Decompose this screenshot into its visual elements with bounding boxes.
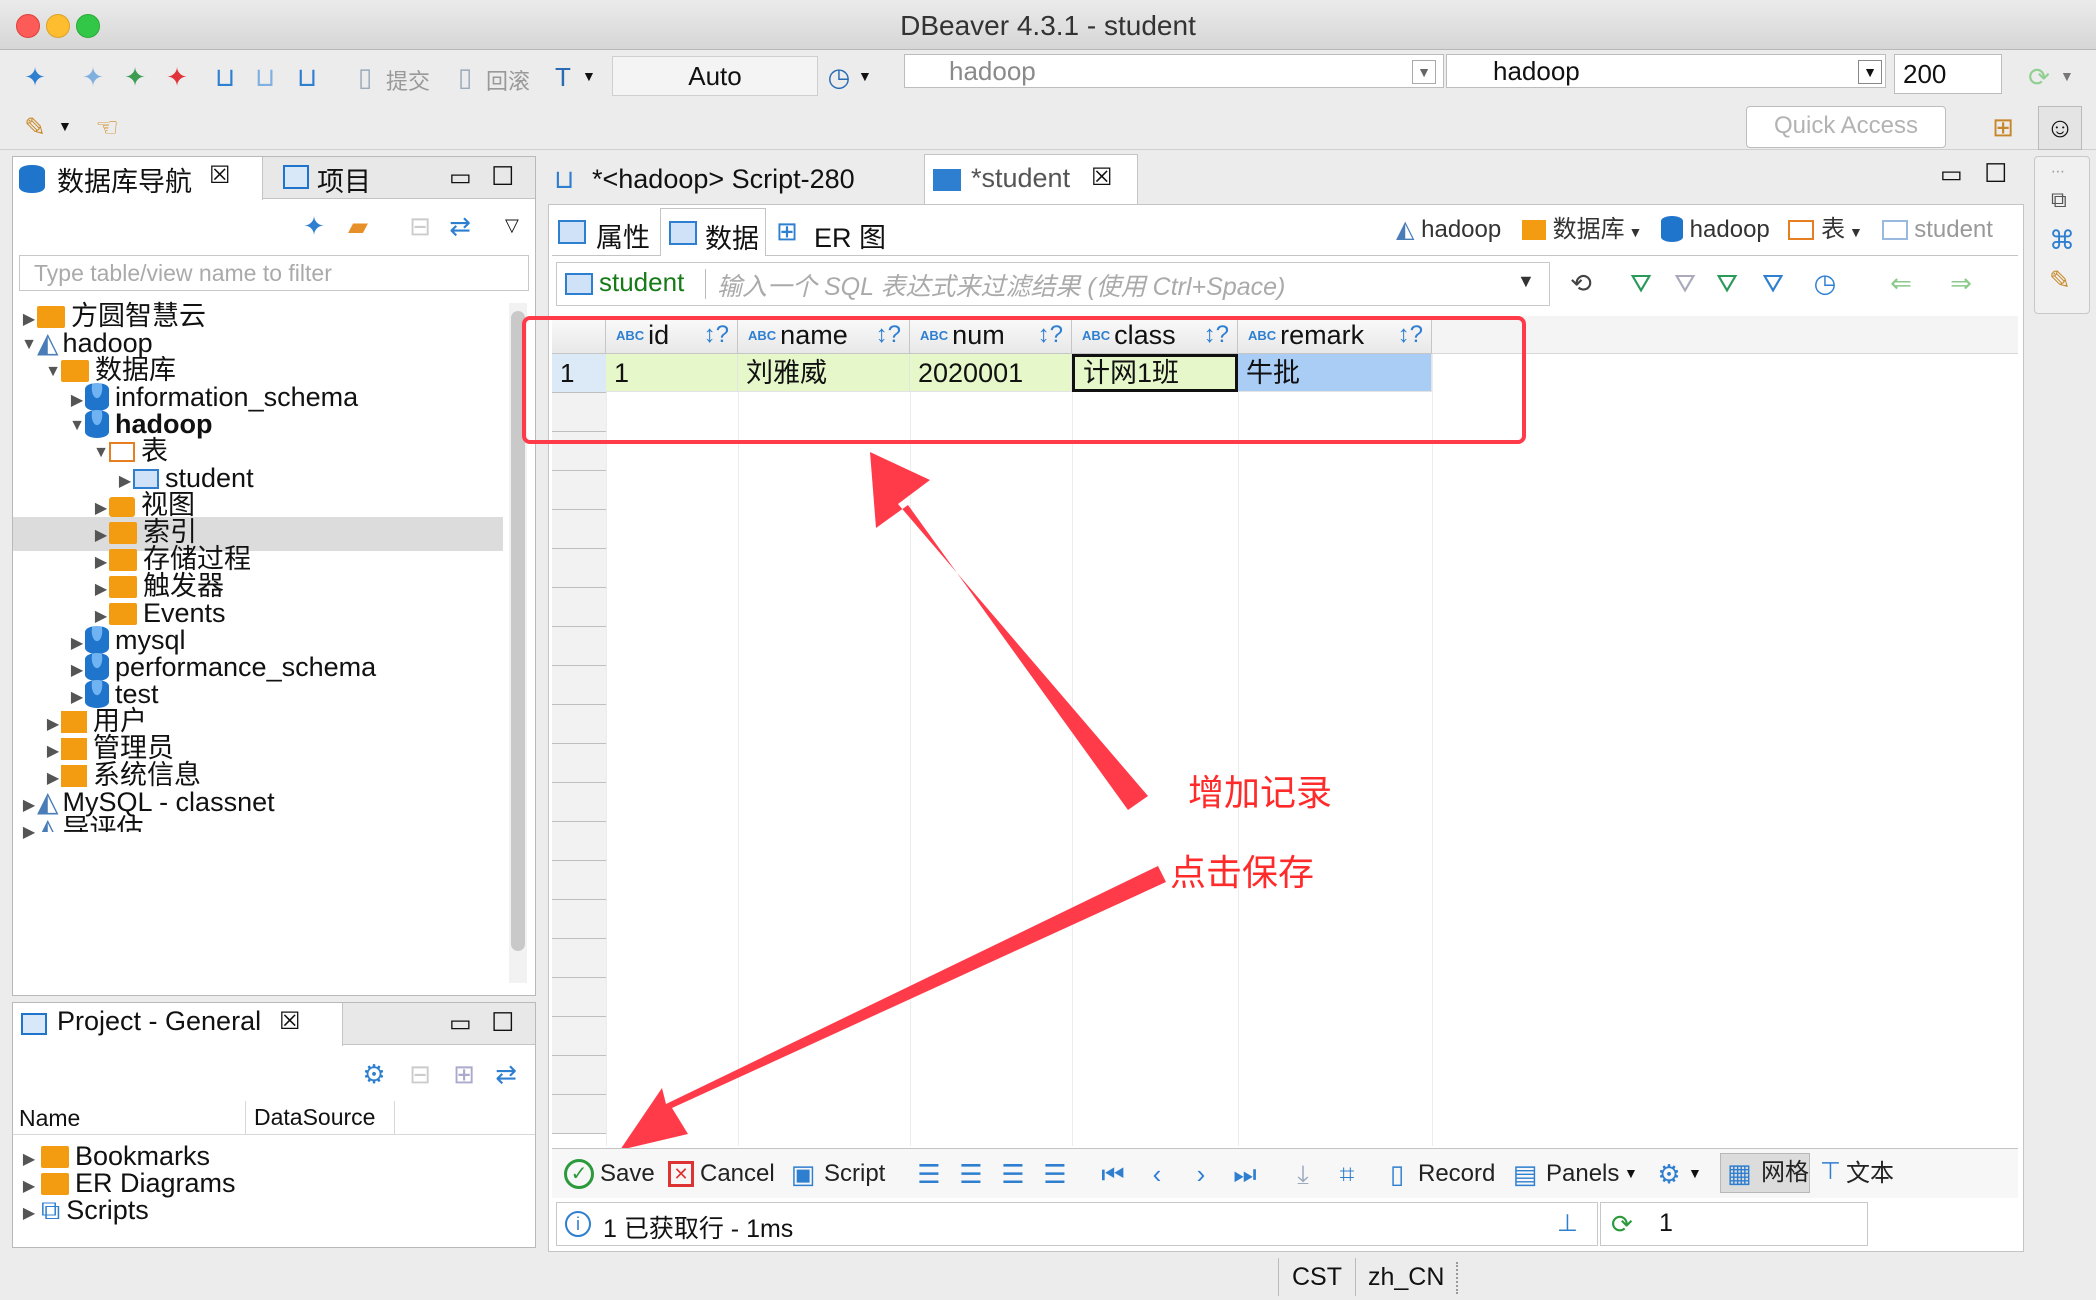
arrow-up-icon <box>870 452 1148 810</box>
row-count-box: ⟳ 1 <box>1600 1202 1868 1246</box>
panel-toggle-icon[interactable]: ⊥ <box>1557 1209 1578 1238</box>
status-separator <box>1456 1262 1458 1294</box>
record-button[interactable]: Record <box>1418 1159 1495 1189</box>
fetch-all-icon[interactable]: ⌗ <box>1332 1159 1362 1189</box>
side-trim: ⋯ ⧉ ⌘ ✎ <box>2034 156 2090 314</box>
fetch-next-icon[interactable]: ⤓ <box>1288 1159 1318 1189</box>
chevron-down-icon[interactable]: ▼ <box>1688 1165 1702 1181</box>
info-icon: i <box>565 1211 591 1237</box>
first-page-icon[interactable]: ⏮ <box>1098 1159 1128 1189</box>
copy-row-icon[interactable]: ☰ <box>998 1159 1028 1189</box>
annotation-add-record: 增加记录 <box>1188 772 1333 813</box>
script-icon: ▣ <box>790 1159 816 1189</box>
grid-icon: ▦ <box>1727 1158 1752 1188</box>
results-toolbar: ✓ Save ✕ Cancel ▣ Script ☰ ☰ ☰ ☰ ⏮ ‹ › ⏭… <box>552 1148 2018 1198</box>
status-message: 1 已获取行 - 1ms <box>603 1215 794 1243</box>
cancel-button[interactable]: Cancel <box>700 1159 775 1189</box>
text-icon: ⊤ <box>1820 1158 1841 1185</box>
restore-icon[interactable]: ⧉ <box>2051 187 2067 213</box>
grid-view-label: 网格 <box>1761 1159 1809 1186</box>
dots-icon: ⋯ <box>2051 163 2065 179</box>
panels-button[interactable]: Panels <box>1546 1159 1619 1189</box>
last-page-icon[interactable]: ⏭ <box>1230 1159 1260 1189</box>
annotation-click-save: 点击保存 <box>1170 852 1315 893</box>
timezone-indicator: CST <box>1278 1258 1356 1296</box>
save-check-icon: ✓ <box>564 1159 594 1189</box>
record-icon: ▯ <box>1389 1159 1405 1189</box>
delete-row-icon[interactable]: ☰ <box>1040 1159 1070 1189</box>
gear-icon[interactable]: ⚙ <box>1654 1159 1684 1189</box>
result-status-bar: i 1 已获取行 - 1ms ⊥ <box>556 1202 1598 1246</box>
arrow-down-left-icon <box>620 866 1166 1150</box>
cancel-icon: ✕ <box>668 1161 694 1187</box>
edit-row-icon[interactable]: ☰ <box>914 1159 944 1189</box>
next-icon[interactable]: › <box>1186 1159 1216 1189</box>
script-button[interactable]: Script <box>824 1159 885 1189</box>
annotation-arrows <box>620 452 1166 1150</box>
panels-icon: ▤ <box>1512 1159 1538 1189</box>
save-button[interactable]: Save <box>600 1159 655 1189</box>
locale-indicator: zh_CN <box>1368 1263 1445 1291</box>
row-count: 1 <box>1659 1209 1673 1237</box>
add-row-icon[interactable]: ☰ <box>956 1159 986 1189</box>
wand-icon[interactable]: ✎ <box>2049 265 2071 296</box>
chevron-down-icon[interactable]: ▼ <box>1624 1165 1638 1181</box>
previous-icon[interactable]: ‹ <box>1142 1159 1172 1189</box>
text-view-button[interactable]: 文本 <box>1846 1159 1894 1189</box>
grid-view-button[interactable]: ▦ 网格 <box>1720 1153 1810 1193</box>
plugin-icon[interactable]: ⌘ <box>2049 225 2075 256</box>
status-bar: CST zh_CN <box>0 1254 2096 1300</box>
refresh-icon[interactable]: ⟳ <box>1611 1209 1633 1240</box>
